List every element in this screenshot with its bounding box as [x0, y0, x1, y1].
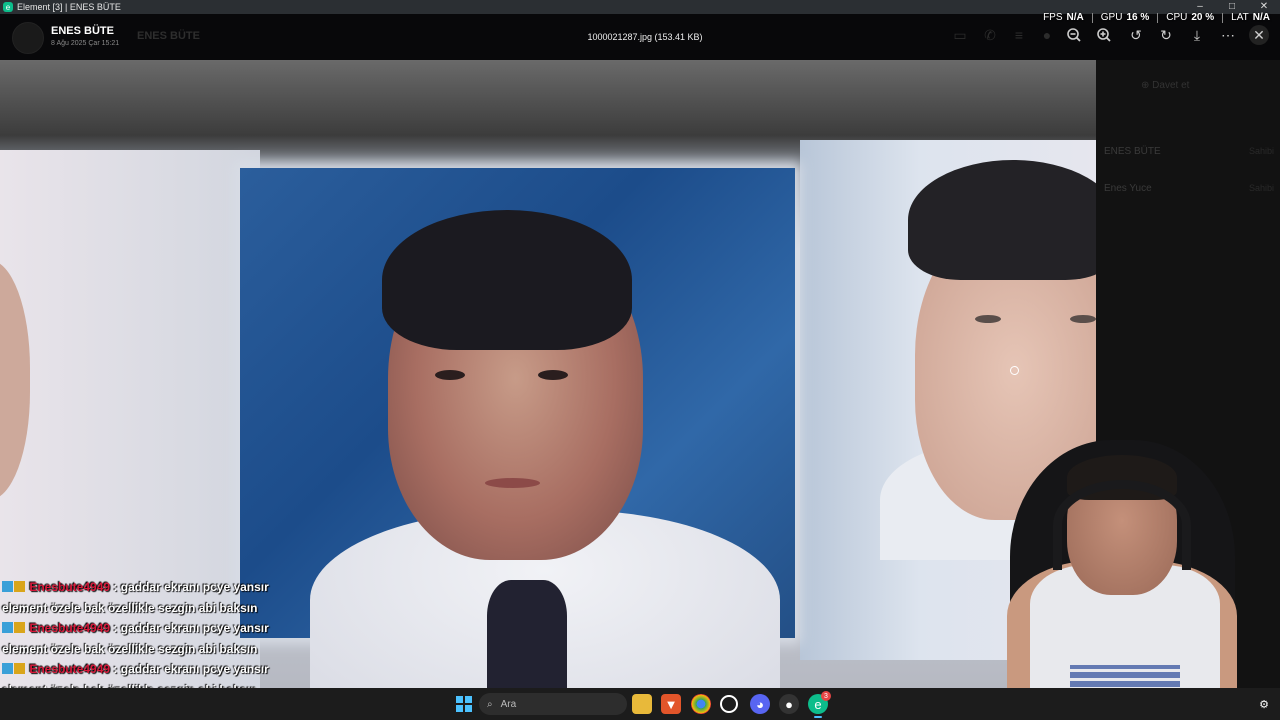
- crown-badge-icon: [14, 622, 25, 633]
- webcam-overlay: [985, 440, 1260, 688]
- cpu-value: 20 %: [1191, 12, 1215, 23]
- member-row[interactable]: ENES BÜTE Sahibi: [1104, 146, 1274, 157]
- search-icon: ⌕: [487, 698, 493, 710]
- stream-chat-overlay: Enesbute4949 : gaddar ekranı pcye yansır…: [2, 577, 269, 700]
- element-taskbar-icon[interactable]: e3: [808, 691, 831, 718]
- windows-taskbar: ⌕ Ara ▼ ◕ ● e3 ⚙: [0, 688, 1280, 720]
- gpu-value: 16 %: [1126, 12, 1150, 23]
- latency-label: LAT: [1231, 12, 1249, 23]
- invite-button[interactable]: ⊕ Davet et: [1141, 80, 1189, 91]
- fps-value: N/A: [1066, 12, 1084, 23]
- download-icon[interactable]: ⤓: [1185, 22, 1209, 48]
- rotate-right-icon[interactable]: ↻: [1154, 22, 1178, 48]
- crown-badge-icon: [14, 581, 25, 592]
- chat-text-continued: element özele bak özellikle sezgin abi b…: [2, 641, 258, 656]
- subscriber-badge-icon: [2, 663, 13, 674]
- discord-icon[interactable]: ◕: [750, 694, 770, 714]
- search-placeholder: Ara: [500, 698, 517, 710]
- close-icon[interactable]: ✕: [1249, 25, 1269, 45]
- start-menu-icon[interactable]: [454, 694, 474, 714]
- zoom-cursor-icon: [1010, 366, 1019, 375]
- chat-text: : gaddar ekranı pcye yansır: [113, 662, 269, 676]
- lightbulb-app-icon[interactable]: ●: [779, 694, 799, 714]
- element-app-icon: e: [3, 2, 13, 12]
- tray-settings-icon[interactable]: ⚙: [1254, 694, 1274, 714]
- add-user-icon: ⊕: [1141, 80, 1153, 91]
- video-call-icon: ▭: [953, 26, 967, 43]
- performance-overlay: FPS N/A GPU 16 % CPU 20 % LAT N/A: [1043, 12, 1270, 23]
- chat-username: Enesbute4949: [29, 580, 111, 594]
- more-options-icon[interactable]: ⋯: [1216, 22, 1240, 48]
- subscriber-badge-icon: [2, 622, 13, 633]
- chat-username: Enesbute4949: [29, 621, 111, 635]
- file-name: 1000021287.jpg (153.41 KB): [587, 32, 703, 42]
- cpu-label: CPU: [1166, 12, 1188, 23]
- chat-message: Enesbute4949 : gaddar ekranı pcye yansır: [2, 659, 269, 680]
- threads-icon: ≡: [1014, 27, 1024, 43]
- taskbar-search[interactable]: ⌕ Ara: [479, 693, 627, 715]
- chat-text: : gaddar ekranı pcye yansır: [113, 621, 269, 635]
- zoom-out-icon[interactable]: [1062, 22, 1086, 48]
- notifications-icon: ●: [1042, 27, 1052, 43]
- element-unread-badge: 3: [821, 691, 831, 701]
- chat-text: : gaddar ekranı pcye yansır: [113, 580, 269, 594]
- chat-message: Enesbute4949 : gaddar ekranı pcye yansır: [2, 618, 269, 639]
- member-row[interactable]: Enes Yuce Sahibi: [1104, 183, 1274, 194]
- file-explorer-icon[interactable]: [632, 694, 652, 714]
- obs-studio-icon[interactable]: [720, 695, 738, 713]
- fps-label: FPS: [1043, 12, 1063, 23]
- subscriber-badge-icon: [2, 581, 13, 592]
- chat-username: Enesbute4949: [29, 662, 111, 676]
- rotate-left-icon[interactable]: ↺: [1124, 22, 1148, 48]
- gpu-label: GPU: [1100, 12, 1123, 23]
- chat-message: Enesbute4949 : gaddar ekranı pcye yansır: [2, 577, 269, 598]
- brave-browser-icon[interactable]: ▼: [661, 694, 681, 714]
- latency-value: N/A: [1252, 12, 1270, 23]
- crown-badge-icon: [14, 663, 25, 674]
- chat-text-continued: element özele bak özellikle sezgin abi b…: [2, 600, 258, 615]
- window-title: Element [3] | ENES BÜTE: [17, 2, 121, 12]
- chrome-icon[interactable]: [691, 694, 711, 714]
- voice-call-icon: ✆: [984, 26, 996, 43]
- zoom-in-icon[interactable]: [1092, 22, 1116, 48]
